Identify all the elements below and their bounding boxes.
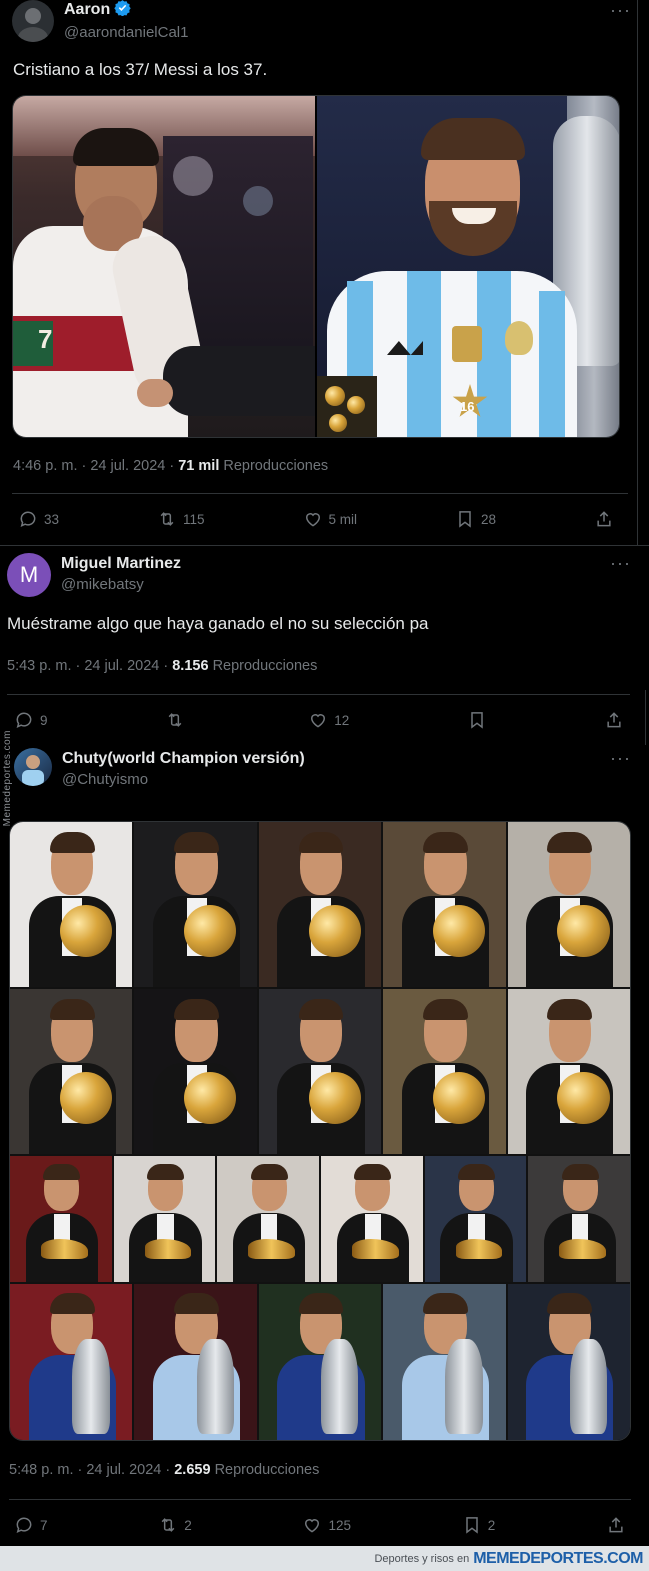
footer-watermark: Deportes y risos en MEMEDEPORTES.COM xyxy=(0,1546,649,1571)
heart-icon xyxy=(305,1519,320,1533)
like-button[interactable]: 12 xyxy=(308,710,349,730)
reply-icon xyxy=(16,1517,32,1534)
retweet-button[interactable]: 2 xyxy=(158,1515,192,1535)
reply-button[interactable]: 7 xyxy=(14,1515,48,1535)
like-button[interactable]: 125 xyxy=(302,1515,351,1535)
tweet-text: Cristiano a los 37/ Messi a los 37. xyxy=(13,60,268,79)
collage-photo xyxy=(528,1156,630,1282)
jersey-number: 16 xyxy=(460,399,475,414)
tweet-timestamp[interactable]: 5:48 p. m. · 24 jul. 2024 · 2.659 Reprod… xyxy=(9,1462,319,1478)
share-icon xyxy=(607,712,621,728)
views-label: Reproducciones xyxy=(223,458,329,474)
heart-icon xyxy=(311,714,326,728)
share-icon xyxy=(609,1517,623,1533)
display-name[interactable]: Miguel Martinez xyxy=(61,555,181,573)
views-label: Reproducciones xyxy=(212,658,318,674)
collage-photo xyxy=(134,1284,257,1440)
handle[interactable]: @aarondanielCal1 xyxy=(64,24,188,41)
collage-photo xyxy=(383,822,506,987)
collage-photo xyxy=(217,1156,319,1282)
retweet-icon xyxy=(160,512,174,526)
share-button[interactable] xyxy=(594,509,614,529)
avatar[interactable] xyxy=(12,0,54,42)
tweet-chuty[interactable]: Chuty(world Champion versión) @Chutyismo… xyxy=(0,740,649,1546)
more-options-icon[interactable]: ··· xyxy=(610,748,631,769)
views-count: 8.156 xyxy=(172,658,209,674)
collage-photo xyxy=(507,989,630,1154)
share-button[interactable] xyxy=(604,710,624,730)
tweet-aaron[interactable]: Aaron @aarondanielCal1 ··· Cristiano a l… xyxy=(0,0,649,545)
share-icon xyxy=(597,511,611,527)
collage-photo xyxy=(507,822,630,987)
tweet-media-collage[interactable] xyxy=(9,821,631,1441)
collage-photo xyxy=(258,822,382,987)
bookmark-button[interactable]: 28 xyxy=(455,509,496,529)
action-bar: 33 115 5 mil 28 xyxy=(18,509,614,529)
collage-photo xyxy=(507,1284,630,1440)
tweet-timestamp[interactable]: 4:46 p. m. · 24 jul. 2024 · 71 mil Repro… xyxy=(13,458,328,474)
reply-button[interactable]: 9 xyxy=(14,710,48,730)
jersey-number: 7 xyxy=(38,324,53,354)
retweet-button[interactable]: 115 xyxy=(157,509,205,529)
collage-photo xyxy=(10,822,133,987)
collage-photo xyxy=(113,1156,216,1282)
bookmark-button[interactable]: 2 xyxy=(462,1515,495,1535)
footer-brand: MEMEDEPORTES.COM xyxy=(473,1549,643,1567)
handle[interactable]: @Chutyismo xyxy=(62,771,305,788)
tweet-miguel[interactable]: M Miguel Martinez @mikebatsy ··· Muéstra… xyxy=(0,545,649,735)
like-button[interactable]: 5 mil xyxy=(303,509,357,529)
reply-icon xyxy=(20,511,36,528)
tweet-text: Muéstrame algo que haya ganado el no su … xyxy=(7,614,429,633)
more-options-icon[interactable]: ··· xyxy=(610,0,631,21)
award-collage xyxy=(10,822,630,1440)
verified-badge-icon xyxy=(114,0,131,21)
collage-photo xyxy=(383,989,506,1154)
action-bar: 9 12 xyxy=(14,710,624,730)
collage-photo xyxy=(134,989,257,1154)
collage-photo xyxy=(383,1284,506,1440)
display-name[interactable]: Aaron xyxy=(64,1,110,19)
action-bar: 7 2 125 2 xyxy=(14,1515,626,1535)
collage-photo xyxy=(424,1156,527,1282)
views-count: 2.659 xyxy=(174,1462,211,1478)
bookmark-icon xyxy=(470,712,483,729)
divider xyxy=(9,1499,631,1500)
bookmark-button[interactable] xyxy=(467,710,487,730)
divider xyxy=(12,493,628,494)
collage-photo xyxy=(10,1284,133,1440)
footer-tagline: Deportes y risos en xyxy=(374,1552,470,1565)
collage-photo xyxy=(321,1156,423,1282)
photo-cristiano[interactable]: 7 xyxy=(13,96,315,437)
tweet-timestamp[interactable]: 5:43 p. m. · 24 jul. 2024 · 8.156 Reprod… xyxy=(7,658,317,674)
handle[interactable]: @mikebatsy xyxy=(61,576,181,593)
avatar[interactable] xyxy=(14,748,52,786)
side-watermark: Memedeportes.com xyxy=(2,730,13,827)
reply-icon xyxy=(16,712,32,729)
photo-messi[interactable]: 16 xyxy=(317,96,619,437)
display-name[interactable]: Chuty(world Champion versión) xyxy=(62,750,305,768)
collage-photo xyxy=(258,989,382,1154)
views-label: Reproducciones xyxy=(214,1462,320,1478)
more-options-icon[interactable]: ··· xyxy=(610,553,631,574)
collage-photo xyxy=(10,989,133,1154)
bookmark-icon xyxy=(465,1517,478,1534)
retweet-icon xyxy=(161,1518,175,1532)
retweet-icon xyxy=(168,713,182,727)
divider xyxy=(7,694,630,695)
collage-photo xyxy=(258,1284,382,1440)
bookmark-icon xyxy=(459,511,471,528)
avatar[interactable]: M xyxy=(7,553,51,597)
heart-icon xyxy=(305,513,320,527)
collage-photo xyxy=(10,1156,112,1282)
views-count: 71 mil xyxy=(178,458,220,474)
retweet-button[interactable] xyxy=(165,710,191,730)
collage-photo xyxy=(134,822,257,987)
reply-button[interactable]: 33 xyxy=(18,509,59,529)
tweet-media[interactable]: 7 16 xyxy=(12,95,620,438)
share-button[interactable] xyxy=(606,1515,626,1535)
